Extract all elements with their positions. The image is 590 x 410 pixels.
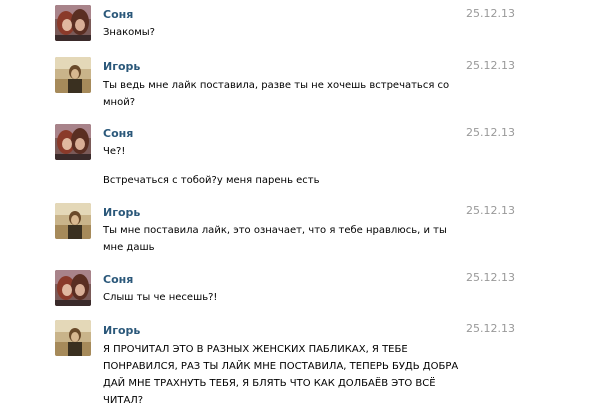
message-line: ПОНРАВИЛСЯ, РАЗ ТЫ ЛАЙК МНЕ ПОСТАВИЛА, Т… xyxy=(103,361,459,372)
message-date[interactable]: 25.12.13 xyxy=(466,7,515,20)
message-date[interactable]: 25.12.13 xyxy=(466,59,515,72)
message-date[interactable]: 25.12.13 xyxy=(466,271,515,284)
avatar-sonya[interactable] xyxy=(55,124,91,160)
sender-name[interactable]: Соня xyxy=(103,273,133,286)
avatar-igor[interactable] xyxy=(55,57,91,93)
message-text: Ты ведь мне лайк поставила, разве ты не … xyxy=(103,77,449,111)
message-text: Ты мне поставила лайк, это означает, что… xyxy=(103,222,447,256)
message-line: мной? xyxy=(103,97,136,108)
sender-name[interactable]: Соня xyxy=(103,8,133,21)
message-line: Знакомы? xyxy=(103,27,155,38)
message-text: Я ПРОЧИТАЛ ЭТО В РАЗНЫХ ЖЕНСКИХ ПАБЛИКАХ… xyxy=(103,341,458,409)
message-line: ДАЙ МНЕ ТРАХНУТЬ ТЕБЯ, Я БЛЯТЬ ЧТО КАК Д… xyxy=(103,378,436,389)
avatar-igor[interactable] xyxy=(55,320,91,356)
message-text: Встречаться с тобой?у меня парень есть xyxy=(103,172,320,189)
message-line: Слыш ты че несешь?! xyxy=(103,292,218,303)
message-line: Я ПРОЧИТАЛ ЭТО В РАЗНЫХ ЖЕНСКИХ ПАБЛИКАХ… xyxy=(103,344,408,355)
message-date[interactable]: 25.12.13 xyxy=(466,204,515,217)
message-line: Ты ведь мне лайк поставила, разве ты не … xyxy=(103,80,450,91)
message-line: Ты мне поставила лайк, это означает, что… xyxy=(103,225,447,236)
message-line: мне дашь xyxy=(103,242,155,253)
avatar-sonya[interactable] xyxy=(55,270,91,306)
message-date[interactable]: 25.12.13 xyxy=(466,126,515,139)
message-text: Знакомы? xyxy=(103,24,155,41)
message-text: Че?! xyxy=(103,143,125,160)
avatar-sonya[interactable] xyxy=(55,5,91,41)
sender-name[interactable]: Игорь xyxy=(103,206,140,219)
sender-name[interactable]: Игорь xyxy=(103,324,140,337)
message-date[interactable]: 25.12.13 xyxy=(466,322,515,335)
message-line: Встречаться с тобой?у меня парень есть xyxy=(103,175,320,186)
message-line: ЧИТАЛ? xyxy=(103,395,144,406)
sender-name[interactable]: Игорь xyxy=(103,60,140,73)
sender-name[interactable]: Соня xyxy=(103,127,133,140)
message-line: Че?! xyxy=(103,146,126,157)
avatar-igor[interactable] xyxy=(55,203,91,239)
message-text: Слыш ты че несешь?! xyxy=(103,289,217,306)
